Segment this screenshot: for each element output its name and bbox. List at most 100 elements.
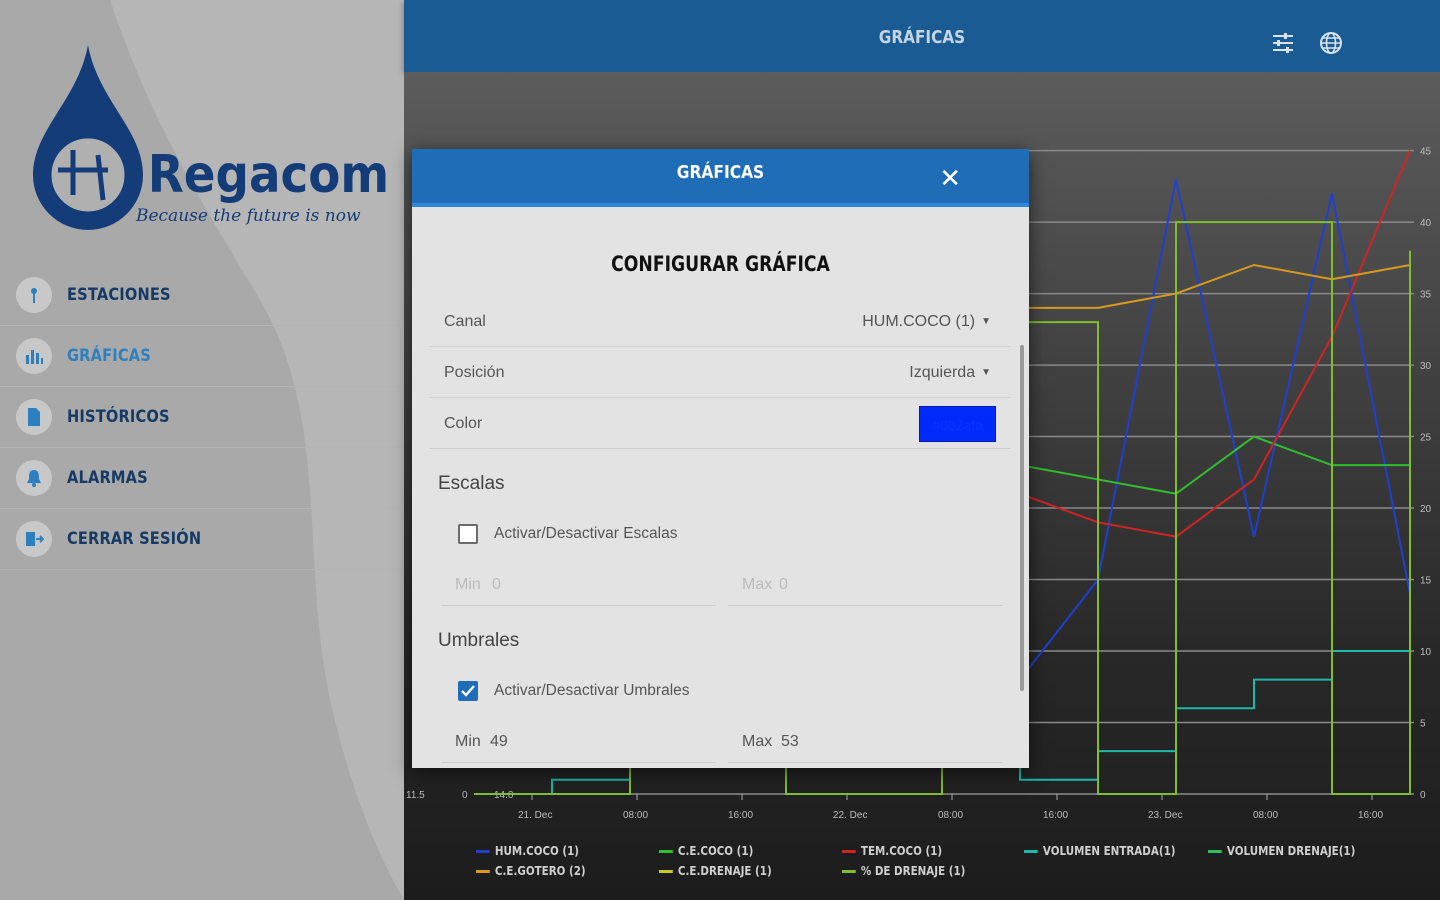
umbrales-min-field[interactable]: Min 49 <box>441 723 716 763</box>
y-tick-label: 45 <box>1420 147 1432 158</box>
y-tick-label: 25 <box>1420 433 1432 444</box>
bell-icon <box>16 460 52 496</box>
legend-label: HUM.COCO (1) <box>494 844 580 858</box>
legend-label: C.E.COCO (1) <box>677 844 754 858</box>
sidebar-item-historicos[interactable]: HISTÓRICOS <box>0 387 404 448</box>
y-tick-label: 10 <box>1420 647 1432 658</box>
legend-item[interactable]: VOLUMEN DRENAJE(1) <box>1208 844 1355 858</box>
globe-icon[interactable] <box>1318 30 1344 56</box>
posicion-label: Posición <box>444 364 505 381</box>
canal-select-value: HUM.COCO (1) <box>862 313 976 330</box>
legend-item[interactable]: VOLUMEN ENTRADA(1) <box>1024 844 1175 858</box>
checkmark-icon <box>461 685 475 697</box>
legend-label: % DE DRENAJE (1) <box>860 864 966 878</box>
color-picker[interactable]: #002afa <box>919 406 996 442</box>
x-tick-label: 08:00 <box>623 810 648 821</box>
water-drop-logo-icon: Regacom Because the future is now <box>33 45 389 230</box>
x-tick-label: 16:00 <box>1358 810 1383 821</box>
umbrales-min-label: Min <box>455 733 481 750</box>
umbrales-min-value: 49 <box>490 733 508 750</box>
legend-item[interactable]: C.E.GOTERO (2) <box>476 864 586 878</box>
dialog-heading: CONFIGURAR GRÁFICA <box>611 252 830 276</box>
sidebar: Regacom Because the future is now ESTACI… <box>0 0 404 900</box>
legend-swatch <box>476 849 490 853</box>
y-tick-label: 30 <box>1420 361 1432 372</box>
x-tick-label: 21. Dec <box>518 810 552 821</box>
y-tick-label: 35 <box>1420 290 1432 301</box>
legend-item[interactable]: C.E.COCO (1) <box>659 844 753 858</box>
sidebar-item-label: ESTACIONES <box>67 285 171 305</box>
bar-chart-icon <box>16 338 52 374</box>
umbrales-toggle-label: Activar/Desactivar Umbrales <box>494 682 690 699</box>
posicion-select-value: Izquierda <box>909 364 976 381</box>
umbrales-toggle[interactable]: Activar/Desactivar Umbrales <box>458 681 690 701</box>
y-tick-label: 15 <box>1420 576 1432 587</box>
configure-chart-dialog: GRÁFICAS ✕ CONFIGURAR GRÁFICA Canal HUM.… <box>412 149 1029 768</box>
dialog-scrollbar[interactable] <box>1020 345 1024 691</box>
escalas-min-value: 0 <box>492 576 501 593</box>
color-row: Color #002afa <box>429 399 1011 449</box>
x-tick-label: 16:00 <box>1043 810 1068 821</box>
chevron-down-icon: ▼ <box>981 316 991 328</box>
escalas-section-title: Escalas <box>438 473 505 494</box>
y-tick-label: 40 <box>1420 218 1432 229</box>
dialog-title: GRÁFICAS <box>676 162 765 183</box>
left-y-tick-label: 14.0 <box>494 790 514 801</box>
regacom-logo: Regacom Because the future is now <box>28 40 389 240</box>
sidebar-item-alarmas[interactable]: ALARMAS <box>0 448 404 509</box>
color-label: Color <box>444 415 483 432</box>
canal-select[interactable]: HUM.COCO (1) ▼ <box>862 313 991 331</box>
umbrales-max-value: 53 <box>781 733 799 750</box>
escalas-min-label: Min <box>455 576 481 593</box>
legend-label: C.E.DRENAJE (1) <box>677 864 772 878</box>
legend-label: VOLUMEN ENTRADA(1) <box>1042 844 1176 858</box>
escalas-checkbox[interactable] <box>458 524 478 544</box>
escalas-toggle-label: Activar/Desactivar Escalas <box>494 525 678 542</box>
umbrales-max-field[interactable]: Max 53 <box>728 723 1003 763</box>
brand-tagline: Because the future is now <box>135 206 361 226</box>
document-icon <box>16 399 52 435</box>
escalas-min-field[interactable]: Min 0 <box>441 566 716 606</box>
canal-label: Canal <box>444 313 486 330</box>
legend-item[interactable]: HUM.COCO (1) <box>476 844 579 858</box>
posicion-select[interactable]: Izquierda ▼ <box>909 364 991 382</box>
escalas-max-label: Max <box>742 576 773 593</box>
legend-item[interactable]: TEM.COCO (1) <box>842 844 942 858</box>
legend-swatch <box>659 869 673 873</box>
close-icon[interactable]: ✕ <box>939 165 961 191</box>
sidebar-item-cerrar-sesion[interactable]: CERRAR SESIÓN <box>0 509 404 570</box>
brand-name: Regacom <box>148 144 388 205</box>
y-tick-label: 5 <box>1420 719 1426 730</box>
legend-swatch <box>842 849 856 853</box>
legend-item[interactable]: % DE DRENAJE (1) <box>842 864 965 878</box>
legend-item[interactable]: C.E.DRENAJE (1) <box>659 864 772 878</box>
legend-label: TEM.COCO (1) <box>860 844 943 858</box>
left-y-tick-label: 0 <box>462 790 468 801</box>
sidebar-item-graficas[interactable]: GRÁFICAS <box>0 326 404 387</box>
x-tick-label: 08:00 <box>938 810 963 821</box>
sidebar-nav: ESTACIONES GRÁFICAS HISTÓRICOS ALARMAS C… <box>0 265 404 570</box>
page-title: GRÁFICAS <box>878 27 966 48</box>
escalas-max-field[interactable]: Max 0 <box>728 566 1003 606</box>
location-pin-icon <box>16 277 52 313</box>
x-tick-label: 16:00 <box>728 810 753 821</box>
umbrales-max-label: Max <box>742 733 773 750</box>
sidebar-item-label: GRÁFICAS <box>67 346 151 366</box>
settings-sliders-icon[interactable] <box>1270 30 1296 56</box>
legend-label: VOLUMEN DRENAJE(1) <box>1226 844 1356 858</box>
logout-icon <box>16 521 52 557</box>
umbrales-section-title: Umbrales <box>438 630 520 651</box>
legend-swatch <box>1208 849 1222 853</box>
umbrales-checkbox[interactable] <box>458 681 478 701</box>
sidebar-item-label: HISTÓRICOS <box>67 407 170 427</box>
escalas-toggle[interactable]: Activar/Desactivar Escalas <box>458 524 677 544</box>
sidebar-item-label: CERRAR SESIÓN <box>67 529 202 549</box>
x-tick-label: 08:00 <box>1253 810 1278 821</box>
y-tick-label: 20 <box>1420 504 1432 515</box>
chart-legend: HUM.COCO (1) C.E.COCO (1) TEM.COCO (1) V… <box>404 832 1440 900</box>
legend-swatch <box>476 869 490 873</box>
sidebar-item-estaciones[interactable]: ESTACIONES <box>0 265 404 326</box>
legend-swatch <box>842 869 856 873</box>
posicion-row: Posición Izquierda ▼ <box>429 348 1011 398</box>
legend-swatch <box>1024 849 1038 853</box>
